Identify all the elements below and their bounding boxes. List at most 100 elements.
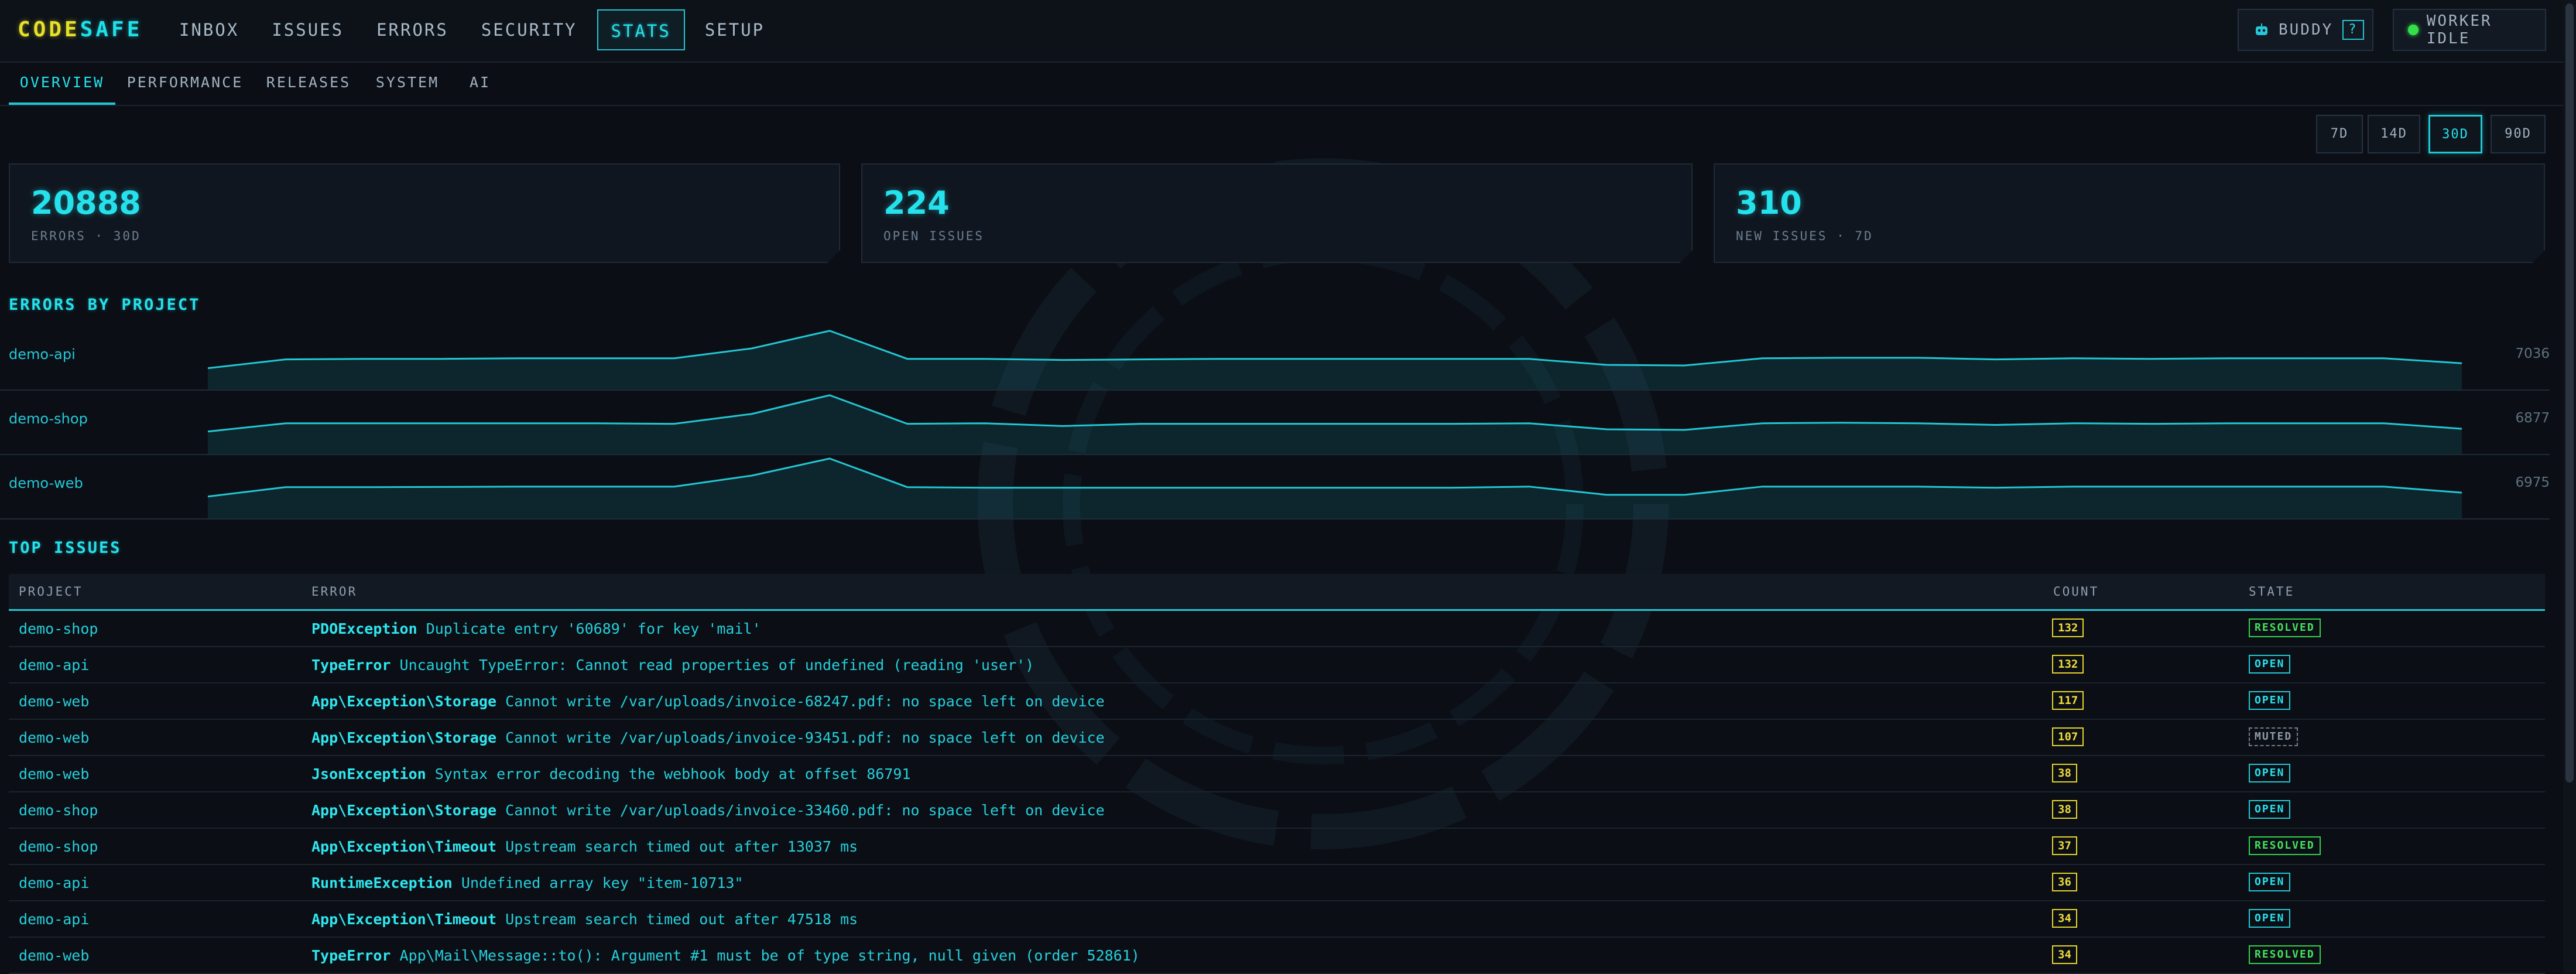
issue-project[interactable]: demo-web	[19, 693, 89, 710]
issue-count-badge: 34	[2052, 909, 2077, 928]
sparkline-point	[1451, 423, 1452, 425]
tab-system[interactable]: SYSTEM	[372, 63, 443, 105]
issue-error[interactable]: TypeError Uncaught TypeError: Cannot rea…	[311, 657, 1034, 674]
issue-error[interactable]: TypeError App\Mail\Message::to(): Argume…	[311, 947, 1140, 964]
errors-by-project-title: ERRORS BY PROJECT	[9, 296, 201, 314]
column-header-project[interactable]: PROJECT	[19, 585, 83, 599]
issue-count-badge: 38	[2052, 764, 2077, 782]
stats-subnav: OVERVIEW PERFORMANCE RELEASES SYSTEM AI	[0, 63, 2563, 106]
tab-releases[interactable]: RELEASES	[262, 63, 355, 105]
issue-project[interactable]: demo-shop	[19, 620, 98, 637]
issue-error-type: TypeError	[311, 657, 391, 674]
worker-status[interactable]: WORKER IDLE	[2393, 9, 2546, 51]
issue-project[interactable]: demo-api	[19, 911, 89, 928]
project-name[interactable]: demo-web	[9, 475, 83, 491]
project-name[interactable]: demo-api	[9, 346, 76, 363]
column-header-state[interactable]: STATE	[2249, 585, 2294, 599]
scrollbar-thumb[interactable]	[2565, 4, 2574, 782]
buddy-button[interactable]: BUDDY ?	[2238, 9, 2373, 51]
sparkline-point	[1995, 359, 1996, 360]
issue-error[interactable]: App\Exception\Storage Cannot write /var/…	[311, 729, 1105, 746]
issue-error-type: RuntimeException	[311, 874, 453, 891]
issue-error[interactable]: JsonException Syntax error decoding the …	[311, 765, 911, 782]
column-header-count[interactable]: COUNT	[2053, 585, 2099, 599]
sparkline-demo-shop	[208, 394, 2462, 454]
tab-performance[interactable]: PERFORMANCE	[125, 63, 245, 105]
project-spark-row[interactable]: demo-api 7036	[0, 325, 2550, 391]
issue-error[interactable]: App\Exception\Storage Cannot write /var/…	[311, 802, 1105, 819]
issue-error-message: Cannot write /var/uploads/invoice-68247.…	[505, 693, 1105, 710]
table-row[interactable]: demo-shop PDOException Duplicate entry '6…	[9, 611, 2545, 647]
sparkline-point	[1839, 357, 1841, 358]
issue-error-type: App\Exception\Storage	[311, 802, 497, 819]
table-row[interactable]: demo-api App\Exception\Timeout Upstream s…	[9, 901, 2545, 938]
issue-project[interactable]: demo-web	[19, 947, 89, 964]
issue-error[interactable]: PDOException Duplicate entry '60689' for…	[311, 620, 761, 637]
issue-error-type: TypeError	[311, 947, 391, 964]
issue-error[interactable]: App\Exception\Storage Cannot write /var/…	[311, 693, 1105, 710]
sparkline-point	[1839, 422, 1841, 423]
issue-error-message: Duplicate entry '60689' for key 'mail'	[426, 620, 761, 637]
issue-error[interactable]: App\Exception\Timeout Upstream search ti…	[311, 911, 858, 928]
tab-ai[interactable]: AI	[463, 63, 498, 105]
issue-count-badge: 36	[2052, 873, 2077, 891]
issue-project[interactable]: demo-web	[19, 729, 89, 746]
sparkline-demo-api	[208, 330, 2462, 389]
nav-security[interactable]: SECURITY	[468, 9, 590, 50]
nav-errors[interactable]: ERRORS	[364, 9, 461, 50]
issue-error[interactable]: RuntimeException Undefined array key "it…	[311, 874, 744, 891]
table-row[interactable]: demo-web App\Exception\Storage Cannot wri…	[9, 720, 2545, 756]
table-row[interactable]: demo-web TypeError App\Mail\Message::to()…	[9, 938, 2545, 974]
nav-inbox[interactable]: INBOX	[166, 9, 252, 50]
issue-error[interactable]: App\Exception\Timeout Upstream search ti…	[311, 838, 858, 855]
nav-setup[interactable]: SETUP	[692, 9, 777, 50]
issue-count-badge: 34	[2052, 945, 2077, 964]
sparkline-point	[1140, 423, 1141, 425]
sparkline-point	[2150, 486, 2152, 487]
issue-error-type: App\Exception\Storage	[311, 693, 497, 710]
column-header-error[interactable]: ERROR	[311, 585, 357, 599]
period-14d[interactable]: 14D	[2368, 115, 2420, 153]
sparkline-point	[1917, 486, 1919, 487]
nav-stats[interactable]: STATS	[597, 9, 685, 50]
project-total: 7036	[2515, 346, 2550, 361]
sparkline-area	[208, 330, 2462, 389]
table-row[interactable]: demo-shop App\Exception\Timeout Upstream …	[9, 829, 2545, 865]
tab-overview[interactable]: OVERVIEW	[9, 63, 115, 105]
app-logo[interactable]: CODESAFE	[18, 18, 142, 42]
project-spark-row[interactable]: demo-shop 6877	[0, 389, 2550, 455]
period-30d[interactable]: 30D	[2428, 115, 2482, 153]
sparkline-point	[285, 359, 286, 360]
logo-part-safe: SAFE	[80, 18, 143, 42]
nav-issues[interactable]: ISSUES	[259, 9, 357, 50]
issue-state-badge: OPEN	[2249, 764, 2291, 782]
issue-project[interactable]: demo-shop	[19, 838, 98, 855]
issue-count-badge: 132	[2052, 655, 2084, 674]
page-scrollbar[interactable]	[2563, 0, 2576, 973]
issue-project[interactable]: demo-api	[19, 874, 89, 891]
table-row[interactable]: demo-web App\Exception\Storage Cannot wri…	[9, 683, 2545, 720]
issue-count-badge: 38	[2052, 800, 2077, 819]
sparkline-point	[1451, 487, 1452, 488]
issue-state-badge: OPEN	[2249, 873, 2291, 891]
issue-project[interactable]: demo-shop	[19, 802, 98, 819]
issue-project[interactable]: demo-web	[19, 765, 89, 782]
issue-error-message: Uncaught TypeError: Cannot read properti…	[399, 657, 1034, 674]
project-name[interactable]: demo-shop	[9, 411, 88, 427]
issue-project[interactable]: demo-api	[19, 657, 89, 674]
table-row[interactable]: demo-api TypeError Uncaught TypeError: Ca…	[9, 647, 2545, 683]
period-7d[interactable]: 7D	[2316, 115, 2363, 153]
project-spark-row[interactable]: demo-web 6975	[0, 454, 2550, 520]
issue-state-badge: OPEN	[2249, 691, 2291, 710]
stat-label: OPEN ISSUES	[883, 229, 985, 243]
issue-error-type: JsonException	[311, 765, 426, 782]
issue-count-badge: 37	[2052, 836, 2077, 855]
logo-part-code: CODE	[18, 18, 80, 42]
table-row[interactable]: demo-web JsonException Syntax error decod…	[9, 756, 2545, 792]
period-90d[interactable]: 90D	[2491, 115, 2546, 153]
table-header: PROJECT ERROR COUNT STATE	[9, 574, 2545, 611]
table-row[interactable]: demo-api RuntimeException Undefined array…	[9, 865, 2545, 901]
sparkline-point	[1373, 423, 1374, 425]
issue-state-badge: OPEN	[2249, 655, 2291, 674]
table-row[interactable]: demo-shop App\Exception\Storage Cannot wr…	[9, 792, 2545, 829]
